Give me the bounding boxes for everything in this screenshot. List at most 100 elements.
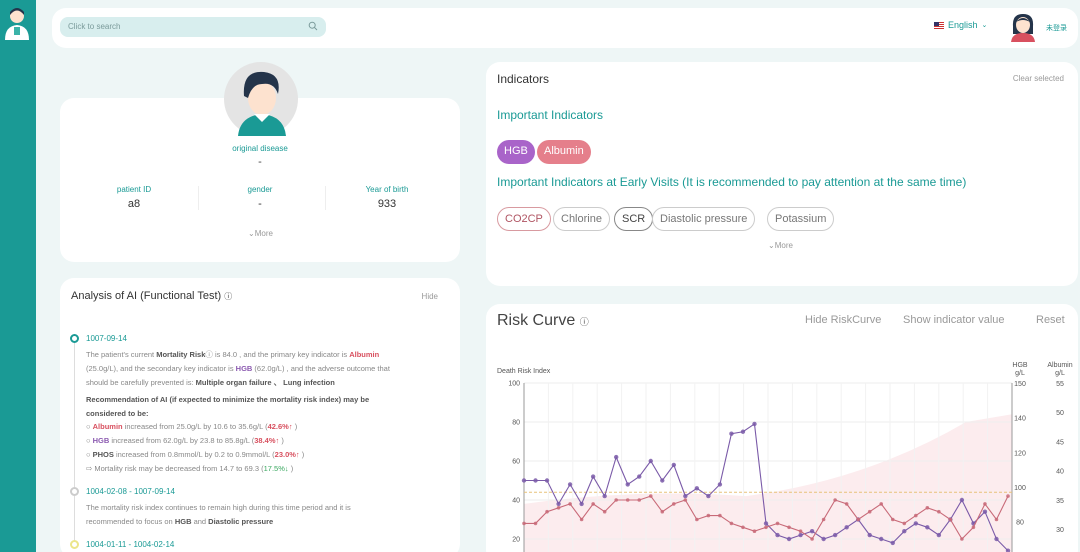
y-tick-label: 80 <box>512 420 520 427</box>
data-point-hgb <box>982 509 988 514</box>
birth-label: Year of birth <box>365 185 409 194</box>
y-tick-label: 100 <box>508 381 520 388</box>
indicators-more-button[interactable]: ⌄More <box>768 241 793 250</box>
data-point-hgb <box>867 532 872 538</box>
user-avatar[interactable] <box>1010 12 1036 42</box>
data-point-albumin <box>648 494 653 498</box>
help-icon[interactable]: ⓘ <box>224 292 232 301</box>
data-point-albumin <box>821 517 826 522</box>
data-point-hgb <box>775 532 780 538</box>
ai-recommendation: Recommendation of AI (if expected to min… <box>86 395 370 418</box>
data-point-hgb <box>844 525 849 530</box>
data-point-albumin <box>579 517 584 522</box>
data-point-albumin <box>695 517 699 522</box>
ai-period-text: The mortality risk index continues to re… <box>86 503 351 526</box>
data-point-albumin <box>591 502 595 506</box>
data-point-hgb <box>879 536 884 542</box>
gender-label: gender <box>247 185 273 194</box>
data-point-hgb <box>925 525 930 530</box>
data-point-hgb <box>602 493 607 499</box>
data-point-hgb <box>717 482 723 487</box>
birth-value: 933 <box>377 198 397 210</box>
login-status[interactable]: 未登录 <box>1046 23 1067 33</box>
data-point-hgb <box>959 497 965 503</box>
sidebar <box>0 0 36 552</box>
indicators-card: Indicators Clear selected Important Indi… <box>486 62 1078 286</box>
timeline-dot <box>70 487 79 496</box>
data-point-albumin <box>971 525 976 530</box>
y-axis-label: Death Risk Index <box>497 368 551 375</box>
right-tick-label: 45 <box>1056 439 1064 446</box>
chip-co2cp[interactable]: CO2CP <box>497 207 551 231</box>
us-flag-icon <box>934 21 944 29</box>
data-point-albumin <box>867 509 872 514</box>
data-point-albumin <box>556 506 561 510</box>
data-point-albumin <box>568 502 572 506</box>
data-point-hgb <box>994 536 999 542</box>
ai-bullets: ○ Albumin increased from 25.0g/L by 10.6… <box>86 422 305 473</box>
data-point-albumin <box>798 529 803 533</box>
data-point-hgb <box>567 482 573 487</box>
ai-title: Analysis of AI (Functional Test) ⓘ <box>71 290 232 302</box>
chip-scr[interactable]: SCR <box>614 207 654 231</box>
right-axis-unit: g/L <box>1055 370 1065 377</box>
chevron-down-icon: ⌄ <box>981 22 988 29</box>
search-icon[interactable] <box>308 21 318 31</box>
event-date[interactable]: 1004-02-08 - 1007-09-14 <box>86 487 175 496</box>
patient-more-button[interactable]: ⌄More <box>248 229 273 238</box>
language-selector[interactable]: English ⌄ <box>934 20 987 30</box>
data-point-albumin <box>625 498 630 502</box>
data-point-hgb <box>740 429 746 434</box>
data-point-hgb <box>648 458 653 464</box>
timeline-dot <box>70 334 79 343</box>
data-point-albumin <box>994 517 999 522</box>
search-input[interactable]: Click to search <box>60 17 326 37</box>
event-date[interactable]: 1004-01-11 - 1004-02-14 <box>86 540 174 549</box>
hide-ai-button[interactable]: Hide <box>422 292 438 301</box>
patient-id-value: a8 <box>127 198 141 210</box>
data-point-hgb <box>625 482 630 487</box>
y-tick-label: 40 <box>512 498 520 505</box>
data-point-hgb <box>786 536 792 542</box>
chip-hgb[interactable]: HGB <box>497 140 535 164</box>
data-point-albumin <box>856 517 860 522</box>
data-point-hgb <box>694 486 700 491</box>
data-point-albumin <box>983 502 987 506</box>
data-point-hgb <box>913 521 919 526</box>
chip-potassium[interactable]: Potassium <box>767 207 835 231</box>
risk-chart[interactable]: Death Risk Index10080604020HGBg/L1501401… <box>486 304 1078 552</box>
chevron-down-icon: ⌄ <box>248 229 255 238</box>
right-tick-label: 120 <box>1014 450 1026 457</box>
data-point-hgb <box>752 421 757 427</box>
clear-selected-button[interactable]: Clear selected <box>1013 74 1064 83</box>
data-point-albumin <box>937 509 941 514</box>
indicators-title: Indicators <box>497 72 550 86</box>
right-axis-name: Albumin <box>1047 362 1072 369</box>
chip-diastolic-pressure[interactable]: Diastolic pressure <box>652 207 756 231</box>
chevron-down-icon: ⌄ <box>768 241 775 250</box>
doctor-logo-icon[interactable] <box>2 6 32 40</box>
data-point-hgb <box>637 474 642 479</box>
data-point-hgb <box>890 540 895 546</box>
data-point-hgb <box>763 521 769 526</box>
data-point-albumin <box>925 506 930 510</box>
data-point-albumin <box>672 502 676 506</box>
data-point-hgb <box>706 493 711 499</box>
data-point-albumin <box>914 513 918 518</box>
data-point-hgb <box>832 532 838 538</box>
data-point-hgb <box>902 529 907 534</box>
right-tick-label: 35 <box>1056 498 1064 505</box>
event-date[interactable]: 1007-09-14 <box>86 334 127 343</box>
search-placeholder: Click to search <box>68 22 121 31</box>
data-point-albumin <box>844 502 849 506</box>
ai-analysis-card: Analysis of AI (Functional Test) ⓘ Hide … <box>60 278 460 552</box>
timeline-line <box>74 343 75 487</box>
data-point-hgb <box>544 478 550 483</box>
chip-albumin[interactable]: Albumin <box>537 140 591 164</box>
timeline-line <box>74 496 75 542</box>
chip-chlorine[interactable]: Chlorine <box>553 207 610 231</box>
right-tick-label: 55 <box>1056 381 1064 388</box>
help-icon: ⓘ <box>205 350 213 359</box>
right-tick-label: 40 <box>1056 469 1064 476</box>
data-point-albumin <box>637 498 642 502</box>
